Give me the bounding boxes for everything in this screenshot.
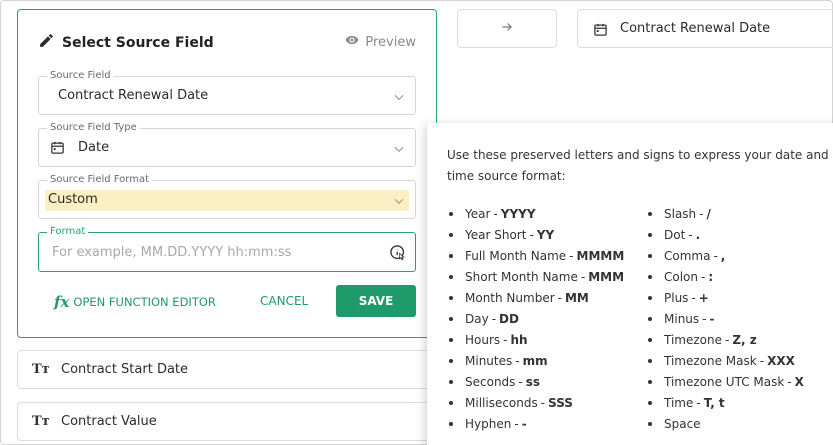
source-field-format-select[interactable]: Source Field Format Custom — [38, 174, 416, 219]
list-item: Minus - - — [646, 308, 804, 329]
list-item: Timezone UTC Mask - X — [646, 371, 804, 392]
card-header: Select Source Field — [38, 32, 214, 53]
list-item: Minutes - mm — [447, 350, 624, 371]
list-item: Month Number - MM — [447, 287, 624, 308]
arrow-right-icon — [500, 19, 514, 38]
list-item: Space — [646, 413, 804, 434]
format-input[interactable]: Format For example, MM.DD.YYYY hh:mm:ss — [38, 226, 416, 272]
info-icon[interactable] — [388, 243, 408, 267]
save-button[interactable]: SAVE — [336, 285, 416, 317]
mapping-arrow — [457, 9, 557, 48]
format-placeholder: For example, MM.DD.YYYY hh:mm:ss — [52, 245, 292, 260]
list-item: Year - YYYY — [447, 203, 624, 224]
format-tokens-list-left: Year - YYYY Year Short - YY Full Month Name -… — [447, 203, 624, 434]
preview-label: Preview — [365, 34, 416, 50]
target-field[interactable]: Contract Renewal Date — [577, 9, 833, 48]
source-field-format-value: Custom — [48, 192, 98, 207]
source-field-label: Source Field — [47, 70, 114, 82]
format-help-tooltip: Use these preserved letters and signs to… — [427, 123, 833, 445]
format-help-intro: Use these preserved letters and signs to… — [447, 148, 829, 183]
eye-icon — [345, 33, 359, 51]
list-item: Hours - hh — [447, 329, 624, 350]
list-item: Hyphen - - — [447, 413, 624, 434]
list-item: Dot -. — [646, 224, 804, 245]
format-label: Format — [47, 226, 89, 238]
list-item: Comma -, — [646, 245, 804, 266]
open-function-editor-label: OPEN FUNCTION EDITOR — [73, 295, 216, 309]
list-item: Colon -: — [646, 266, 804, 287]
chevron-down-icon — [392, 141, 406, 160]
target-field-label: Contract Renewal Date — [620, 21, 771, 36]
chevron-down-icon — [392, 193, 406, 212]
list-item: Timezone Mask - XXX — [646, 350, 804, 371]
format-tokens-list-right: Slash - / Dot -. Comma -, Colon -: Plus - + Min… — [646, 203, 804, 434]
list-item: Milliseconds - SSS — [447, 392, 624, 413]
list-item: Seconds - ss — [447, 371, 624, 392]
list-item: Time - T, t — [646, 392, 804, 413]
field-row-label: Contract Start Date — [61, 362, 189, 377]
calendar-icon — [50, 140, 65, 159]
source-field-editor-card: Select Source Field Preview Source Field… — [17, 9, 437, 338]
text-type-icon: Tт — [32, 414, 50, 429]
text-type-icon: Tт — [32, 362, 50, 377]
list-item: Timezone - Z, z — [646, 329, 804, 350]
pencil-icon — [38, 32, 55, 53]
preview-button[interactable]: Preview — [345, 33, 416, 51]
source-field-type-label: Source Field Type — [47, 122, 140, 134]
cancel-button[interactable]: CANCEL — [260, 294, 308, 308]
open-function-editor-button[interactable]: fx OPEN FUNCTION EDITOR — [54, 293, 216, 311]
list-item: Year Short - YY — [447, 224, 624, 245]
function-icon: fx — [54, 293, 70, 311]
list-item: Day - DD — [447, 308, 624, 329]
list-item: Plus - + — [646, 287, 804, 308]
source-field-value: Contract Renewal Date — [58, 88, 209, 103]
calendar-icon — [593, 22, 608, 41]
format-highlight — [45, 190, 409, 211]
source-field-type-select[interactable]: Source Field Type Date — [38, 122, 416, 167]
field-row-contract-start-date[interactable]: Tт Contract Start Date — [17, 350, 437, 389]
card-title: Select Source Field — [62, 34, 214, 51]
field-row-contract-value[interactable]: Tт Contract Value — [17, 402, 437, 441]
source-field-format-label: Source Field Format — [47, 174, 153, 186]
list-item: Short Month Name - MMM — [447, 266, 624, 287]
source-field-select[interactable]: Source Field Contract Renewal Date — [38, 70, 416, 115]
list-item: Full Month Name - MMMM — [447, 245, 624, 266]
chevron-down-icon — [392, 89, 406, 108]
source-field-type-value: Date — [78, 140, 110, 155]
list-item: Slash - / — [646, 203, 804, 224]
editor-actions: fx OPEN FUNCTION EDITOR CANCEL SAVE — [38, 284, 416, 318]
field-row-label: Contract Value — [61, 414, 157, 429]
